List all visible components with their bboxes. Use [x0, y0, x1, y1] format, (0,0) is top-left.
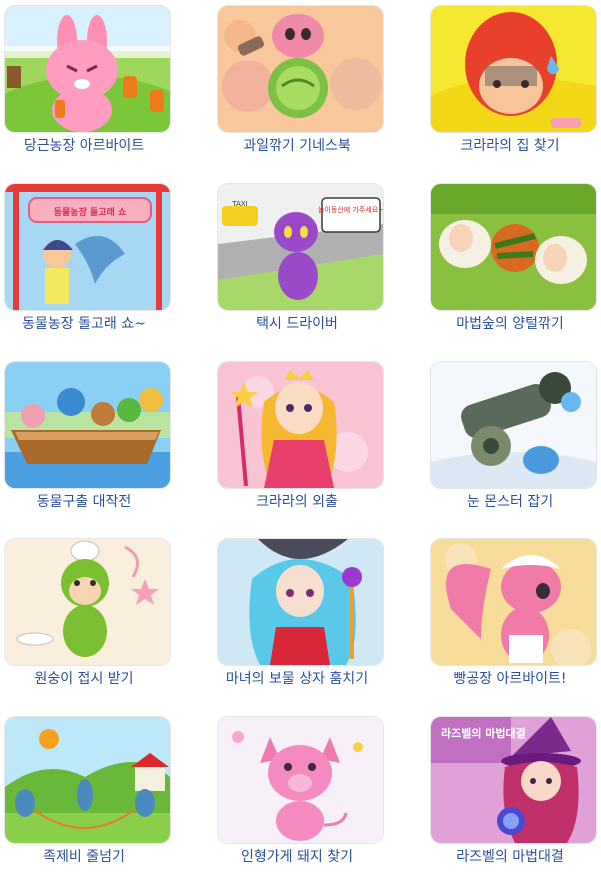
game-card[interactable]: 당근농장 아르바이트	[1, 0, 201, 170]
weasel-jumprope-icon[interactable]	[5, 717, 170, 843]
game-title[interactable]: 크라라의 집 찾기	[415, 138, 601, 155]
game-logo-text: 라즈벨의 마법대결	[441, 726, 526, 740]
game-card[interactable]: 마녀의 보물 상자 훔치기	[214, 533, 414, 703]
blue-witch-icon[interactable]	[218, 539, 383, 665]
game-title[interactable]: 눈 몬스터 잡기	[415, 494, 601, 511]
game-card[interactable]: 동물농장 돌고래 쇼 동물농장 돌고래 쇼~	[1, 178, 201, 348]
pink-rabbit-carrot-icon[interactable]	[5, 6, 170, 132]
pink-pig-doll-icon[interactable]	[218, 717, 383, 843]
game-card[interactable]: 눈 몬스터 잡기	[427, 356, 601, 526]
game-title[interactable]: 인형가게 돼지 찾기	[202, 849, 392, 866]
game-grid: 당근농장 아르바이트 과일깎기 기네스북 크라라의 집 찾기 동물농장 돌고래 …	[0, 0, 601, 875]
game-title[interactable]: 과일깎기 기네스북	[202, 138, 392, 155]
game-card[interactable]: 라즈벨의 마법대결 라즈벨의 마법대결	[427, 711, 601, 881]
game-card[interactable]: TAXI 놀이동산에 가주세요~ 택시 드라이버	[214, 178, 414, 348]
sheep-shearing-icon[interactable]	[431, 184, 596, 310]
game-card[interactable]: 인형가게 돼지 찾기	[214, 711, 414, 881]
game-title[interactable]: 동물농장 돌고래 쇼~	[0, 316, 179, 333]
taxi-sign: TAXI	[231, 200, 247, 208]
dolphin-show-sign: 동물농장 돌고래 쇼	[54, 206, 127, 218]
pink-squirrel-baker-icon[interactable]	[431, 539, 596, 665]
game-card[interactable]: 빵공장 아르바이트!	[427, 533, 601, 703]
game-title[interactable]: 크라라의 외출	[202, 494, 392, 511]
red-hood-girl-icon[interactable]	[431, 6, 596, 132]
game-card[interactable]: 족제비 줄넘기	[1, 711, 201, 881]
game-card[interactable]: 크라라의 집 찾기	[427, 0, 601, 170]
game-title[interactable]: 족제비 줄넘기	[0, 849, 179, 866]
animal-boat-icon[interactable]	[5, 362, 170, 488]
purple-cat-taxi-icon[interactable]: TAXI 놀이동산에 가주세요~	[218, 184, 383, 310]
game-title[interactable]: 라즈벨의 마법대결	[415, 849, 601, 866]
taxi-speech-bubble: 놀이동산에 가주세요~	[318, 205, 383, 214]
green-monkey-icon[interactable]	[5, 539, 170, 665]
squirrel-cabbage-icon[interactable]	[218, 6, 383, 132]
dolphin-show-icon[interactable]: 동물농장 돌고래 쇼	[5, 184, 170, 310]
game-title[interactable]: 당근농장 아르바이트	[0, 138, 179, 155]
game-card[interactable]: 크라라의 외출	[214, 356, 414, 526]
game-title[interactable]: 원숭이 접시 받기	[0, 671, 179, 688]
snow-cannon-icon[interactable]	[431, 362, 596, 488]
raspberry-witch-icon[interactable]: 라즈벨의 마법대결	[431, 717, 596, 843]
princess-girl-icon[interactable]	[218, 362, 383, 488]
game-title[interactable]: 마법숲의 양털깎기	[415, 316, 601, 333]
game-title[interactable]: 택시 드라이버	[202, 316, 392, 333]
game-title[interactable]: 동물구출 대작전	[0, 494, 179, 511]
game-title[interactable]: 빵공장 아르바이트!	[415, 671, 601, 688]
game-card[interactable]: 과일깎기 기네스북	[214, 0, 414, 170]
game-card[interactable]: 마법숲의 양털깎기	[427, 178, 601, 348]
game-card[interactable]: 원숭이 접시 받기	[1, 533, 201, 703]
game-card[interactable]: 동물구출 대작전	[1, 356, 201, 526]
game-title[interactable]: 마녀의 보물 상자 훔치기	[202, 671, 392, 688]
